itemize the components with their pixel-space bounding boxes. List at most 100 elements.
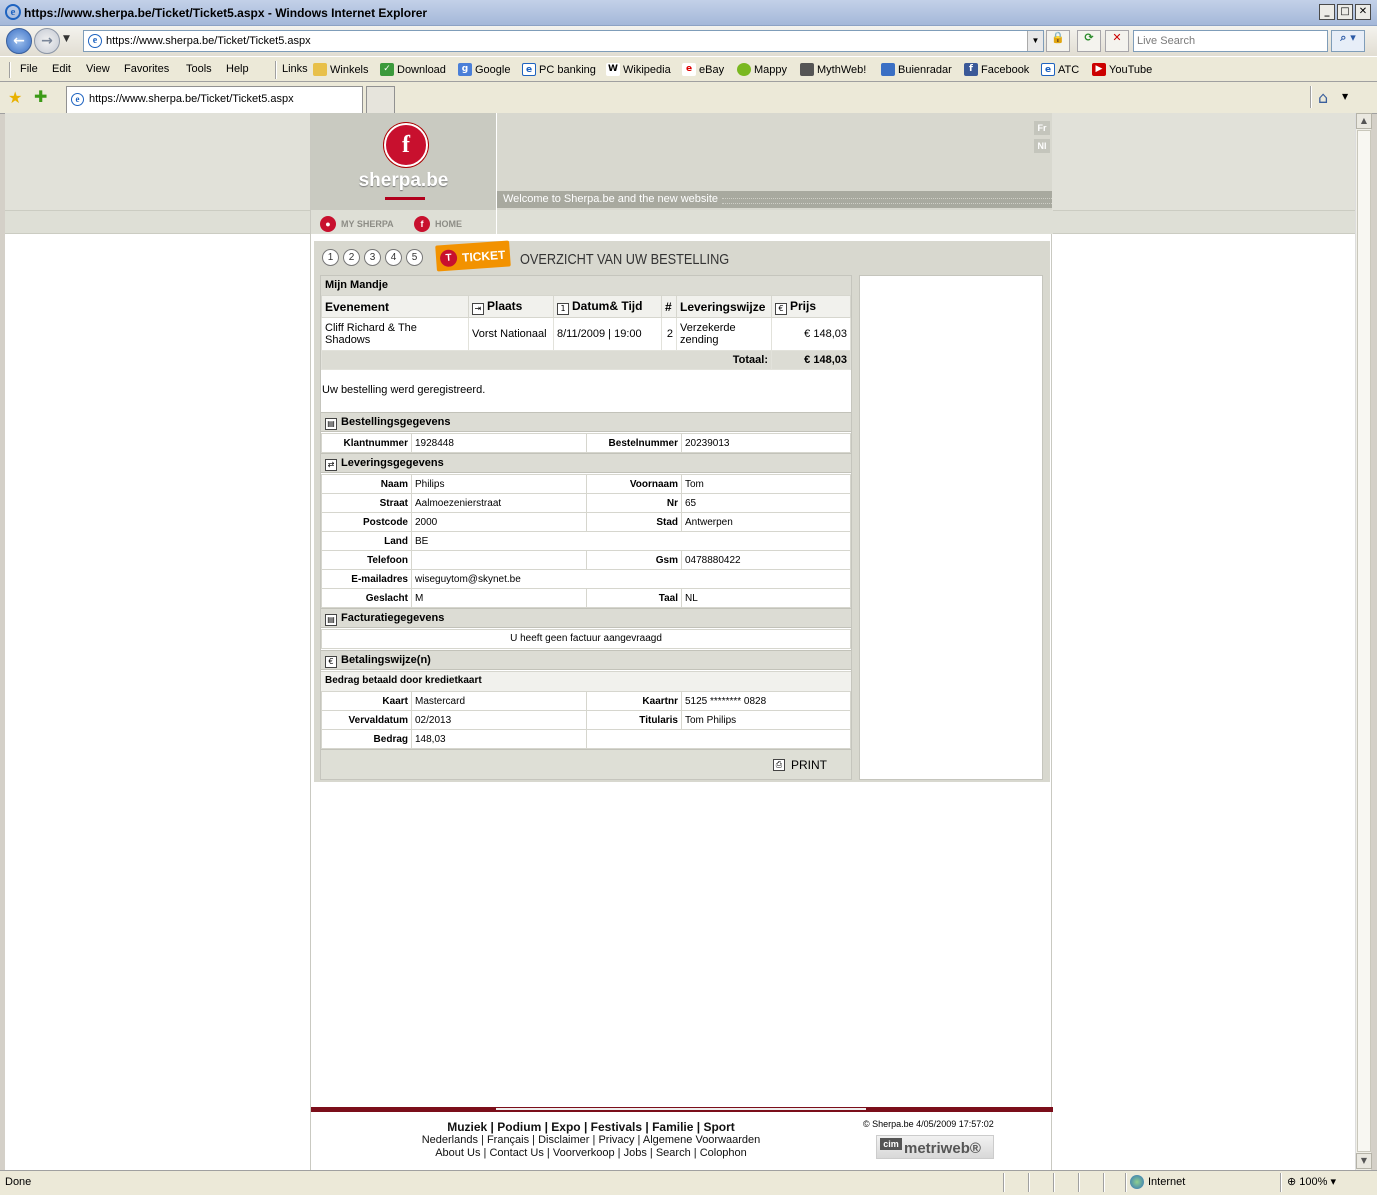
menu-edit[interactable]: Edit — [52, 63, 71, 75]
label-kaart: Kaart — [321, 691, 412, 711]
link-winkels[interactable]: Winkels — [313, 63, 369, 76]
toolbar-separator — [1310, 86, 1312, 108]
nav-home[interactable]: f HOME — [414, 216, 462, 232]
step-1: 1 — [322, 249, 339, 266]
refresh-button[interactable]: ⟳ — [1077, 30, 1101, 52]
link-mappy[interactable]: Mappy — [737, 63, 787, 76]
link-pc-banking[interactable]: e PC banking — [522, 63, 596, 76]
cell-datetime: 8/11/2009 | 19:00 — [553, 317, 662, 351]
security-zone[interactable]: Internet — [1130, 1175, 1185, 1189]
stop-button[interactable]: ✕ — [1105, 30, 1129, 52]
lang-nl-button[interactable]: Nl — [1034, 139, 1050, 153]
window-title: https://www.sherpa.be/Ticket/Ticket5.asp… — [24, 6, 428, 20]
menu-help[interactable]: Help — [226, 63, 249, 75]
close-button[interactable]: ✕ — [1355, 4, 1371, 20]
status-cell — [1280, 1173, 1282, 1192]
history-dropdown-icon[interactable]: ▼ — [63, 34, 70, 44]
link-wikipedia[interactable]: W Wikipedia — [606, 63, 671, 76]
scroll-down-icon[interactable]: ▼ — [1356, 1153, 1372, 1169]
link-buienradar[interactable]: Buienradar — [881, 63, 952, 76]
lock-icon[interactable]: 🔒 — [1046, 30, 1070, 52]
page-viewport: f sherpa.be Fr Nl Welcome to Sherpa.be a… — [5, 113, 1355, 1170]
link-download[interactable]: ✓ Download — [380, 63, 446, 76]
address-dropdown-icon[interactable]: ▼ — [1027, 31, 1043, 51]
link-atc[interactable]: e ATC — [1041, 63, 1079, 76]
forward-button[interactable]: → — [34, 28, 60, 54]
empty-cell — [586, 729, 851, 749]
tab-bar: ★ ✚ e https://www.sherpa.be/Ticket/Ticke… — [0, 82, 1377, 114]
footer-link-search[interactable]: Search — [656, 1147, 691, 1159]
vertical-scrollbar[interactable]: ▲ ▼ — [1355, 113, 1372, 1170]
folder-icon — [313, 63, 327, 76]
footer-link-familie[interactable]: Familie — [652, 1120, 693, 1134]
footer-link-podium[interactable]: Podium — [497, 1120, 541, 1134]
cell-qty: 2 — [661, 317, 677, 351]
menu-file[interactable]: File — [20, 63, 38, 75]
favorites-star-icon[interactable]: ★ — [8, 88, 22, 107]
step-4: 4 — [385, 249, 402, 266]
search-input[interactable]: Live Search — [1133, 30, 1328, 52]
footer-link-voorverkoop[interactable]: Voorverkoop — [553, 1147, 615, 1159]
scroll-up-icon[interactable]: ▲ — [1356, 113, 1372, 129]
col-delivery: Leveringswijze — [676, 295, 772, 318]
tv-icon — [800, 63, 814, 76]
footer-link-nederlands[interactable]: Nederlands — [422, 1134, 478, 1146]
table-row: Telefoon Gsm 0478880422 — [321, 550, 851, 570]
link-google[interactable]: g Google — [458, 63, 510, 76]
new-tab-button[interactable] — [366, 86, 395, 113]
label-bestelnummer: Bestelnummer — [586, 433, 682, 453]
scroll-thumb[interactable] — [1357, 130, 1371, 1152]
link-facebook[interactable]: f Facebook — [964, 63, 1029, 76]
link-ebay[interactable]: e eBay — [682, 63, 724, 76]
home-dropdown-icon[interactable]: ▼ — [1342, 92, 1348, 101]
footer-link-contact[interactable]: Contact Us — [489, 1147, 543, 1159]
ie-page-icon: e — [522, 63, 536, 76]
value-bedrag: 148,03 — [411, 729, 587, 749]
table-row: Naam Philips Voornaam Tom — [321, 474, 851, 494]
lang-fr-button[interactable]: Fr — [1034, 121, 1050, 135]
footer-link-privacy[interactable]: Privacy — [598, 1134, 634, 1146]
search-button[interactable]: ⌕ ▾ — [1331, 30, 1365, 52]
print-button[interactable]: ⎙ PRINT — [773, 758, 827, 772]
link-mythweb[interactable]: MythWeb! — [800, 63, 866, 76]
value-gsm: 0478880422 — [681, 550, 851, 570]
nav-my-sherpa[interactable]: ● MY SHERPA — [320, 216, 394, 232]
cim-metriweb-logo[interactable]: cim metriweb® — [876, 1135, 994, 1159]
menu-view[interactable]: View — [86, 63, 110, 75]
table-row: Bedrag 148,03 — [321, 729, 851, 749]
link-youtube[interactable]: ▶ YouTube — [1092, 63, 1152, 76]
footer-link-disclaimer[interactable]: Disclaimer — [538, 1134, 589, 1146]
footer-link-francais[interactable]: Français — [487, 1134, 529, 1146]
minimize-button[interactable]: _ — [1319, 4, 1335, 20]
zoom-level[interactable]: ⊕ 100% ▾ — [1287, 1175, 1336, 1188]
welcome-bar: Welcome to Sherpa.be and the new website — [497, 191, 1052, 208]
footer-link-about[interactable]: About Us — [435, 1147, 480, 1159]
maximize-button[interactable]: □ — [1337, 4, 1353, 20]
section-order: ▤ Bestellingsgegevens — [321, 412, 851, 432]
add-favorite-icon[interactable]: ✚ — [34, 87, 47, 106]
footer-link-festivals[interactable]: Festivals — [591, 1120, 642, 1134]
address-url[interactable]: https://www.sherpa.be/Ticket/Ticket5.asp… — [106, 35, 311, 47]
footer-link-muziek[interactable]: Muziek — [447, 1120, 487, 1134]
home-icon[interactable]: ⌂ — [1318, 88, 1328, 107]
footer-link-sport[interactable]: Sport — [703, 1120, 734, 1134]
ie-page-icon: e — [1041, 63, 1055, 76]
footer-link-expo[interactable]: Expo — [551, 1120, 580, 1134]
footer-link-voorwaarden[interactable]: Algemene Voorwaarden — [643, 1134, 760, 1146]
total-label: Totaal: — [321, 350, 772, 370]
logo-area[interactable]: f sherpa.be — [311, 113, 496, 210]
footer-link-colophon[interactable]: Colophon — [700, 1147, 747, 1159]
footer-link-jobs[interactable]: Jobs — [624, 1147, 647, 1159]
back-button[interactable]: ← — [6, 28, 32, 54]
label-kaartnr: Kaartnr — [586, 691, 682, 711]
cell-event: Cliff Richard & The Shadows — [321, 317, 469, 351]
menu-tools[interactable]: Tools — [186, 63, 212, 75]
tab-active[interactable]: e https://www.sherpa.be/Ticket/Ticket5.a… — [66, 86, 363, 113]
logo-underline — [385, 197, 425, 200]
status-bar: Done Internet ⊕ 100% ▾ — [0, 1170, 1377, 1195]
invoice-text: U heeft geen factuur aangevraagd — [321, 629, 851, 649]
page-icon: e — [88, 34, 102, 48]
status-cell — [1003, 1173, 1005, 1192]
menu-favorites[interactable]: Favorites — [124, 63, 169, 75]
address-bar[interactable]: e https://www.sherpa.be/Ticket/Ticket5.a… — [83, 30, 1044, 52]
